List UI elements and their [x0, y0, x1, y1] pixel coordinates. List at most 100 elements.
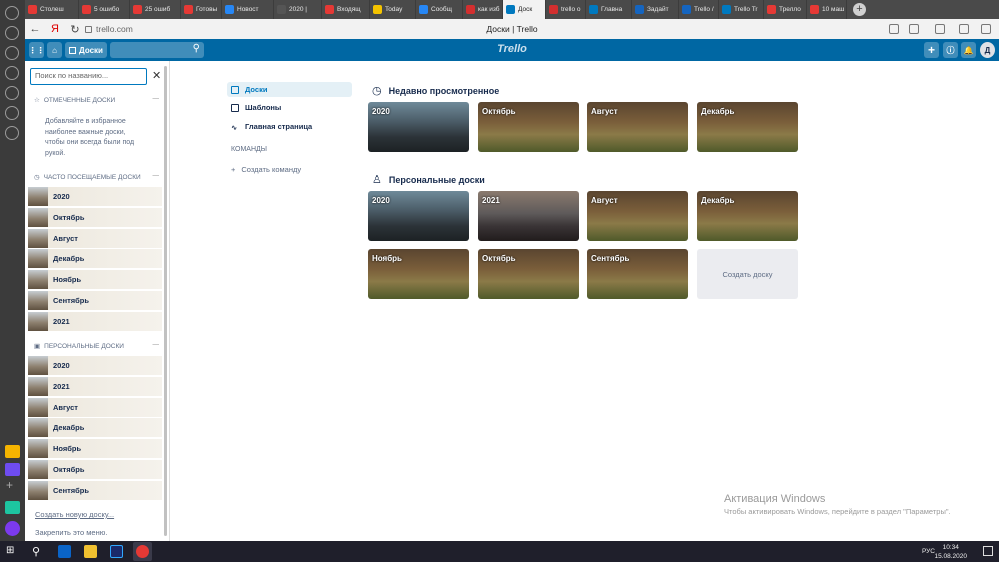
browser-tab[interactable]: trello o: [546, 0, 586, 19]
pin-menu-link[interactable]: Закрепить это меню.: [35, 528, 107, 537]
browser-tab[interactable]: 5 ошибо: [79, 0, 130, 19]
sidebar-board-item[interactable]: Сентябрь: [28, 291, 162, 310]
info-icon[interactable]: ⓘ: [943, 42, 958, 58]
home-button[interactable]: ⌂: [47, 42, 62, 58]
sidebar-board-item[interactable]: 2021: [28, 376, 162, 396]
sidebar-board-item[interactable]: Декабрь: [28, 418, 162, 438]
personal-header[interactable]: ▣ Персональные доски —: [34, 341, 160, 350]
create-button[interactable]: +: [924, 42, 939, 58]
sidebar-board-item[interactable]: 2021: [28, 311, 162, 331]
create-team-button[interactable]: + Создать команду: [231, 165, 301, 174]
board-tile[interactable]: Октябрь: [478, 102, 579, 152]
browser-tab[interactable]: Задайт: [632, 0, 679, 19]
browser-tab[interactable]: 2020 |: [274, 0, 322, 19]
sidebar-board-item[interactable]: 2020: [28, 356, 162, 375]
nav-boards[interactable]: Доски: [227, 82, 352, 97]
boards-button[interactable]: Доски: [65, 42, 107, 58]
browser-tab[interactable]: Готовы: [181, 0, 222, 19]
photoshop-icon[interactable]: [110, 545, 123, 558]
explorer-icon[interactable]: [84, 545, 97, 558]
star-icon[interactable]: [5, 66, 19, 80]
header-search-input[interactable]: ⚲: [110, 42, 204, 58]
browser-tab[interactable]: Новост: [222, 0, 274, 19]
sidebar-board-item[interactable]: Ноябрь: [28, 439, 162, 459]
starred-header[interactable]: ☆ Отмеченные доски —: [34, 95, 160, 104]
board-tile[interactable]: Октябрь: [478, 249, 579, 299]
collapse-icon[interactable]: —: [153, 95, 160, 102]
collapse-icon[interactable]: —: [153, 341, 160, 348]
browser-tab[interactable]: Trello Tr: [719, 0, 764, 19]
sidebar-board-item[interactable]: Октябрь: [28, 207, 162, 227]
browser-tab[interactable]: Столеш: [25, 0, 79, 19]
board-tile[interactable]: Август: [587, 191, 688, 241]
app-icon[interactable]: [5, 501, 20, 514]
browser-tab[interactable]: Трелло: [764, 0, 807, 19]
board-tile[interactable]: Сентябрь: [587, 249, 688, 299]
board-tile[interactable]: Декабрь: [697, 191, 798, 241]
share-icon[interactable]: [909, 24, 919, 34]
play-icon[interactable]: [5, 106, 19, 120]
frequent-header[interactable]: ◷ Часто посещаемые доски —: [34, 172, 160, 181]
avatar[interactable]: Д: [980, 42, 995, 58]
browser-tab[interactable]: Сообщ: [416, 0, 463, 19]
new-tab-button[interactable]: +: [853, 3, 866, 16]
history-icon[interactable]: [5, 46, 19, 60]
downloads-icon[interactable]: [5, 86, 19, 100]
scrollbar[interactable]: [164, 66, 167, 536]
notification-center-icon[interactable]: [983, 546, 993, 556]
browser-tab[interactable]: Доск: [503, 0, 546, 19]
windows-start-icon[interactable]: ⊞: [6, 545, 19, 558]
outlook-icon[interactable]: [58, 545, 71, 558]
board-tile[interactable]: 2020: [368, 191, 469, 241]
minimize-icon[interactable]: [959, 24, 969, 34]
collapse-icon[interactable]: —: [153, 172, 160, 179]
clock[interactable]: 10:34 15.08.2020: [934, 543, 967, 561]
menu-icon[interactable]: [935, 24, 945, 34]
create-board-link[interactable]: Создать новую доску...: [35, 510, 114, 519]
board-tile[interactable]: Август: [587, 102, 688, 152]
board-tile[interactable]: Декабрь: [697, 102, 798, 152]
reload-icon[interactable]: ↻: [65, 23, 85, 36]
mail-icon[interactable]: [5, 445, 20, 458]
language-indicator[interactable]: РУС: [922, 548, 935, 555]
board-tile[interactable]: 2021: [478, 191, 579, 241]
home-icon[interactable]: [5, 6, 19, 20]
board-tile[interactable]: 2020: [368, 102, 469, 152]
sidebar-search-input[interactable]: Поиск по названию...: [30, 68, 147, 85]
sidebar-board-item[interactable]: Ноябрь: [28, 270, 162, 290]
sidebar-board-item[interactable]: Август: [28, 228, 162, 248]
browser-tab[interactable]: 10 маш: [807, 0, 847, 19]
board-tile[interactable]: Ноябрь: [368, 249, 469, 299]
create-board-tile[interactable]: Создать доску: [697, 249, 798, 299]
yandex-browser-task[interactable]: [133, 542, 152, 561]
nav-templates[interactable]: Шаблоны: [227, 100, 352, 115]
alice-icon[interactable]: [5, 521, 20, 536]
notifications-icon[interactable]: 🔔: [961, 42, 976, 58]
browser-tab[interactable]: 25 ошиб: [130, 0, 181, 19]
sidebar-board-item[interactable]: Сентябрь: [28, 480, 162, 500]
apps-icon[interactable]: ⋮⋮: [29, 42, 45, 58]
close-window-icon[interactable]: [981, 24, 991, 34]
browser-tab[interactable]: как изб: [463, 0, 503, 19]
back-icon[interactable]: ←: [25, 23, 45, 35]
nav-home[interactable]: ∿ Главная страница: [227, 119, 352, 134]
browser-tab[interactable]: Trello /: [679, 0, 719, 19]
sidebar-board-item[interactable]: Декабрь: [28, 249, 162, 269]
browser-tab[interactable]: Главна: [586, 0, 632, 19]
browser-tab[interactable]: Входящ: [322, 0, 370, 19]
yandex-icon[interactable]: Я: [45, 23, 65, 35]
browser-tab[interactable]: Today: [370, 0, 416, 19]
close-icon[interactable]: ✕: [152, 69, 161, 82]
sidebar-board-item[interactable]: 2020: [28, 187, 162, 206]
search-icon[interactable]: ⚲: [32, 545, 45, 558]
settings-icon[interactable]: [5, 126, 19, 140]
bookmark-icon[interactable]: [889, 24, 899, 34]
url-text[interactable]: trello.com: [96, 24, 133, 34]
sidebar-board-item[interactable]: Октябрь: [28, 460, 162, 479]
add-icon[interactable]: +: [6, 478, 13, 492]
board-name: Октябрь: [53, 212, 85, 222]
tabs-icon[interactable]: [5, 26, 19, 40]
messenger-icon[interactable]: [5, 463, 20, 476]
board-name: Октябрь: [53, 465, 85, 474]
sidebar-board-item[interactable]: Август: [28, 397, 162, 417]
